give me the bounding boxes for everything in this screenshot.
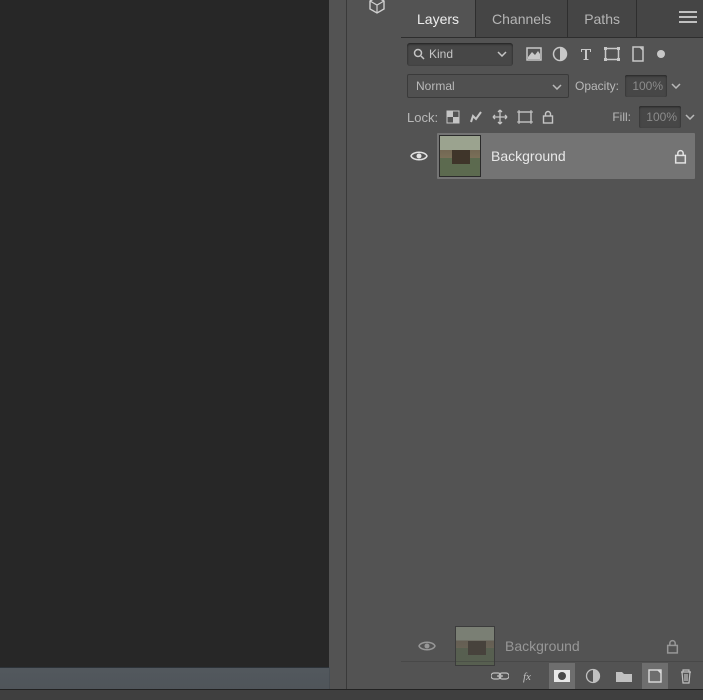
layers-panel: Layers Channels Paths Kind [401, 0, 703, 700]
layer-lock-icon[interactable] [674, 149, 687, 164]
filter-type-icons [525, 46, 665, 63]
tab-channels[interactable]: Channels [476, 0, 568, 37]
filter-kind-select[interactable]: Kind [407, 43, 513, 66]
filter-smartobject-icon[interactable] [629, 46, 646, 63]
collapsed-toolstrip [329, 0, 401, 700]
filter-pixel-icon[interactable] [525, 46, 542, 63]
layer-style-icon[interactable]: fx [518, 663, 544, 689]
fill-stepper[interactable] [683, 106, 697, 128]
layer-row[interactable]: Background [401, 132, 703, 180]
status-bar [0, 689, 703, 700]
lock-label: Lock: [407, 110, 438, 125]
layer-lock-icon [666, 639, 679, 654]
fill-label: Fill: [612, 110, 631, 124]
svg-text:fx: fx [523, 671, 531, 683]
filter-toggle-switch[interactable] [657, 50, 665, 58]
fill-input[interactable]: 100% [639, 106, 681, 128]
search-icon [413, 48, 425, 60]
document-canvas-area[interactable] [0, 0, 329, 668]
opacity-stepper[interactable] [669, 75, 683, 97]
group-layers-icon[interactable] [611, 663, 637, 689]
layer-name: Background [505, 638, 580, 654]
filter-shape-icon[interactable] [603, 46, 620, 63]
layer-filter-row: Kind [401, 38, 703, 70]
layer-thumbnail [455, 626, 495, 666]
tab-paths[interactable]: Paths [568, 0, 637, 37]
chevron-down-icon [497, 51, 507, 57]
panel-menu-icon[interactable] [679, 10, 697, 24]
tab-layers[interactable]: Layers [401, 0, 476, 37]
layer-name[interactable]: Background [491, 148, 566, 164]
layers-list[interactable]: Background [401, 132, 703, 180]
visibility-toggle-icon[interactable] [410, 150, 428, 162]
lock-position-icon[interactable] [492, 109, 508, 125]
opacity-input[interactable]: 100% [625, 75, 667, 97]
blend-mode-value: Normal [416, 79, 455, 93]
lock-all-icon[interactable] [542, 110, 554, 124]
opacity-label: Opacity: [575, 79, 619, 93]
visibility-toggle-icon [418, 640, 436, 652]
lock-pixels-icon[interactable] [469, 110, 483, 124]
blend-mode-row: Normal Opacity: 100% [401, 70, 703, 102]
lock-row: Lock: Fill: 100% [401, 102, 703, 132]
blend-mode-select[interactable]: Normal [407, 74, 569, 98]
link-layers-icon[interactable] [487, 663, 513, 689]
panel-tabs: Layers Channels Paths [401, 0, 703, 38]
filter-type-text-icon[interactable] [577, 46, 594, 63]
lock-artboard-icon[interactable] [517, 110, 533, 124]
filter-kind-label: Kind [429, 47, 453, 61]
layer-mask-icon[interactable] [549, 663, 575, 689]
adjustment-layer-icon[interactable] [580, 663, 606, 689]
layers-bottom-toolbar: fx [401, 661, 703, 689]
layer-thumbnail[interactable] [439, 135, 481, 177]
new-layer-icon[interactable] [642, 663, 668, 689]
filter-adjustment-icon[interactable] [551, 46, 568, 63]
chevron-down-icon [552, 84, 562, 90]
lock-transparency-icon[interactable] [446, 110, 460, 124]
artboard-tool-icon[interactable] [369, 0, 385, 14]
delete-layer-icon[interactable] [673, 663, 699, 689]
